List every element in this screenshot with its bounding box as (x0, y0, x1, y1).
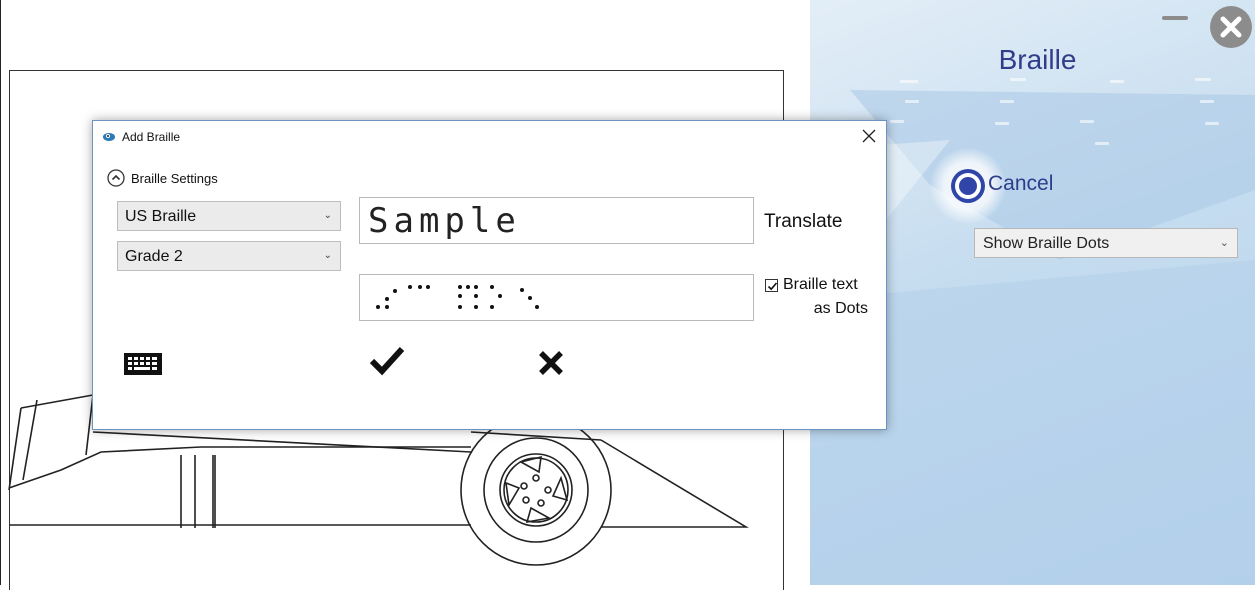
chevron-down-icon: ⌄ (323, 210, 332, 221)
braille-as-dots-checkbox[interactable]: Braille text as Dots (763, 275, 878, 325)
add-braille-dialog: Add Braille Braille Settings US Braille … (92, 120, 887, 430)
translate-button[interactable]: Translate (764, 211, 843, 233)
cancel-radio-button[interactable]: Cancel (930, 148, 1110, 224)
chevron-up-circle-icon (107, 169, 125, 187)
display-mode-value: Show Braille Dots (983, 235, 1110, 252)
checkbox-checked-icon (765, 279, 778, 292)
keyboard-icon (124, 353, 162, 375)
panel-title: Braille (998, 44, 1077, 75)
close-panel-button[interactable] (1210, 6, 1252, 48)
braille-settings-expander[interactable]: Braille Settings (107, 168, 267, 190)
minimize-icon (1162, 16, 1188, 20)
input-text: Sample (368, 201, 521, 241)
ok-button[interactable] (368, 343, 408, 379)
chevron-down-icon: ⌄ (323, 250, 332, 261)
radio-selected-icon (951, 169, 985, 203)
minimize-button[interactable] (1158, 6, 1192, 28)
cancel-label: Cancel (988, 172, 1054, 195)
text-to-translate-input[interactable]: Sample (359, 197, 754, 244)
braille-grade-value: Grade 2 (125, 248, 183, 265)
chevron-down-icon: ⌄ (1219, 237, 1229, 249)
display-mode-select[interactable]: Show Braille Dots ⌄ (974, 228, 1238, 258)
braille-language-select[interactable]: US Braille ⌄ (117, 201, 341, 231)
dialog-close-button[interactable] (855, 123, 883, 149)
cancel-button[interactable] (533, 345, 569, 381)
app-eye-icon (103, 133, 115, 141)
checkbox-label-line2: as Dots (813, 300, 868, 317)
braille-grade-select[interactable]: Grade 2 ⌄ (117, 241, 341, 271)
braille-output-field[interactable] (359, 274, 754, 321)
close-circle-icon (1220, 16, 1242, 38)
braille-language-value: US Braille (125, 208, 197, 225)
keyboard-button[interactable] (121, 349, 165, 379)
braille-dots-preview (376, 285, 539, 309)
dialog-title: Add Braille (122, 130, 181, 144)
checkmark-icon (369, 346, 405, 376)
braille-settings-label: Braille Settings (131, 171, 218, 186)
x-icon (539, 351, 563, 375)
checkbox-label-line1: Braille text (783, 276, 858, 293)
close-icon (862, 129, 876, 143)
